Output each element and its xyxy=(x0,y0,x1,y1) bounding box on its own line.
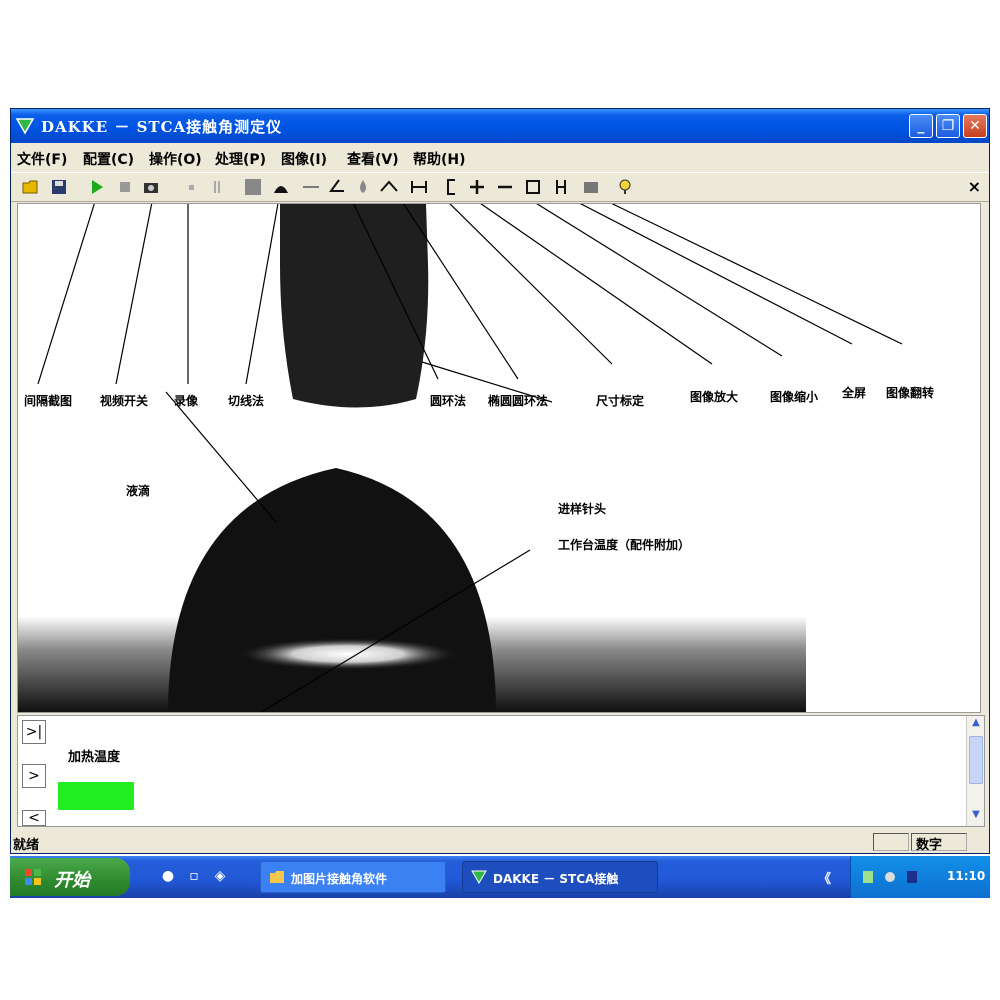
vertical-scrollbar[interactable]: ▲ ▼ xyxy=(966,716,984,826)
drop-icon[interactable] xyxy=(353,177,373,197)
help-icon[interactable] xyxy=(615,177,635,197)
drop-tangent-icon[interactable] xyxy=(271,177,291,197)
save-icon[interactable] xyxy=(49,177,69,197)
h-measure-icon[interactable] xyxy=(409,177,429,197)
tray-network-icon[interactable] xyxy=(883,869,897,885)
camera-image xyxy=(18,204,806,712)
annotation-circle-fit: 圆环法 xyxy=(430,394,467,408)
panel-last-button[interactable]: >| xyxy=(22,720,46,744)
menu-view[interactable]: 查看(V) xyxy=(347,149,399,169)
info-panel: >| > < 加热温度 ▲ ▼ xyxy=(17,715,985,827)
toolbar-close-button[interactable]: × xyxy=(968,177,981,196)
task-folder[interactable]: 加图片接触角软件 xyxy=(260,861,446,893)
menu-config[interactable]: 配置(C) xyxy=(83,149,134,169)
scroll-up-icon[interactable]: ▲ xyxy=(968,717,984,733)
app-logo-icon xyxy=(471,870,487,884)
status-field-empty xyxy=(873,833,909,851)
droplet-body xyxy=(168,468,496,712)
open-folder-icon[interactable] xyxy=(21,177,41,197)
plus-icon[interactable] xyxy=(467,177,487,197)
task-app-label: DAKKE － STCA接触 xyxy=(493,872,619,886)
tray-expand-button[interactable]: 《 xyxy=(818,868,831,887)
tray-security-icon[interactable] xyxy=(905,869,919,885)
quicklaunch-ie-icon[interactable]: ● xyxy=(160,868,176,884)
annotation-fullscreen: 全屏 xyxy=(842,386,867,400)
annotation-zoom-out: 图像缩小 xyxy=(770,390,819,404)
peak-icon[interactable] xyxy=(379,177,399,197)
image-viewport[interactable]: 间隔截图 视频开关 录像 切线法 圆环法 椭圆圆环法 尺寸标定 图像放大 图像缩… xyxy=(17,203,981,713)
status-text: 就绪 xyxy=(13,838,40,853)
annotation-ellipse-fit: 椭圆圆环法 xyxy=(488,394,549,408)
camera-icon[interactable] xyxy=(141,177,161,197)
taskbar: 开始 ● ▫ ◈ 加图片接触角软件 DAKKE － STCA接触 《 11:10 xyxy=(10,856,990,898)
menu-process[interactable]: 处理(P) xyxy=(215,149,266,169)
annotation-needle: 进样针头 xyxy=(558,502,607,516)
tray-battery-icon[interactable] xyxy=(861,869,875,885)
task-folder-label: 加图片接触角软件 xyxy=(291,872,388,886)
quicklaunch-desktop-icon[interactable]: ▫ xyxy=(186,868,202,884)
quicklaunch-media-icon[interactable]: ◈ xyxy=(212,868,228,884)
record-icon[interactable] xyxy=(181,177,201,197)
flip-icon[interactable] xyxy=(551,177,571,197)
window-title: DAKKE － STCA接触角测定仪 xyxy=(41,118,283,136)
bracket-icon[interactable] xyxy=(441,177,461,197)
needle-tip xyxy=(280,204,429,408)
annotation-platform-temp: 工作台温度（配件附加） xyxy=(558,538,691,552)
annotation-interval-capture: 间隔截图 xyxy=(24,394,73,408)
stop-icon[interactable] xyxy=(115,177,135,197)
angle-icon[interactable] xyxy=(327,177,347,197)
panel-prev-button[interactable]: < xyxy=(22,810,46,826)
title-bar[interactable]: DAKKE － STCA接触角测定仪 _ ❐ ✕ xyxy=(11,109,989,143)
menu-help[interactable]: 帮助(H) xyxy=(413,149,466,169)
status-field-numlock: 数字 xyxy=(911,833,967,853)
minimize-button[interactable]: _ xyxy=(909,114,933,138)
scroll-thumb[interactable] xyxy=(969,736,983,784)
annotation-tangent-method: 切线法 xyxy=(228,394,265,408)
annotation-video-switch: 视频开关 xyxy=(100,394,149,408)
start-label: 开始 xyxy=(54,870,90,891)
menu-bar: 文件(F) 配置(C) 操作(O) 处理(P) 图像(I) 查看(V) 帮助(H… xyxy=(11,145,989,171)
system-tray: 11:10 xyxy=(850,856,990,898)
toolbar: × xyxy=(11,172,989,202)
annotation-size-calibration: 尺寸标定 xyxy=(596,394,645,408)
menu-image[interactable]: 图像(I) xyxy=(281,149,327,169)
close-button[interactable]: ✕ xyxy=(963,114,987,138)
start-button[interactable]: 开始 xyxy=(10,858,130,896)
menu-file[interactable]: 文件(F) xyxy=(17,149,67,169)
folder-icon xyxy=(270,871,284,883)
app-window: DAKKE － STCA接触角测定仪 _ ❐ ✕ 文件(F) 配置(C) 操作(… xyxy=(10,108,990,854)
menu-operate[interactable]: 操作(O) xyxy=(149,149,202,169)
status-bar: 就绪 数字 xyxy=(11,831,989,853)
minus-icon[interactable] xyxy=(495,177,515,197)
baseline-icon[interactable] xyxy=(301,177,321,197)
scroll-down-icon[interactable]: ▼ xyxy=(968,809,984,825)
rect-icon[interactable] xyxy=(523,177,543,197)
annotation-image-flip: 图像翻转 xyxy=(886,386,935,400)
play-icon[interactable] xyxy=(87,177,107,197)
pause-icon[interactable] xyxy=(207,177,227,197)
crop-icon[interactable] xyxy=(243,177,263,197)
clock: 11:10 xyxy=(947,869,986,883)
windows-logo-icon xyxy=(25,869,41,885)
annotation-record: 录像 xyxy=(174,394,199,408)
app-logo-icon xyxy=(15,118,35,135)
task-app[interactable]: DAKKE － STCA接触 xyxy=(462,861,658,893)
image-icon[interactable] xyxy=(581,177,601,197)
panel-next-button[interactable]: > xyxy=(22,764,46,788)
heating-temperature-label: 加热温度 xyxy=(68,750,121,765)
annotation-zoom-in: 图像放大 xyxy=(690,390,739,404)
temperature-indicator xyxy=(58,782,134,810)
maximize-button[interactable]: ❐ xyxy=(936,114,960,138)
annotation-droplet: 液滴 xyxy=(126,484,151,498)
